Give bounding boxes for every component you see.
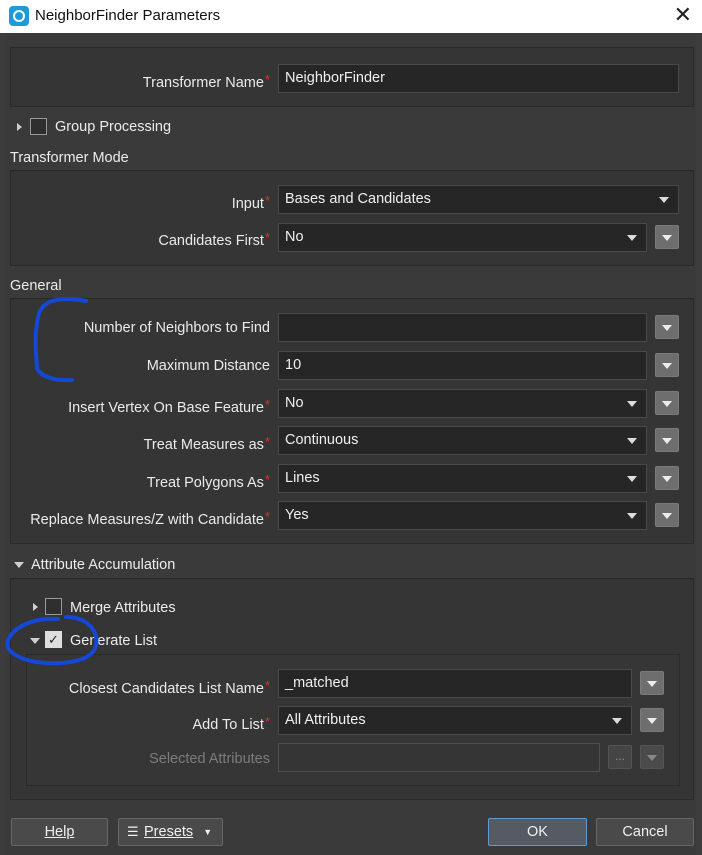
input-label: Input*: [231, 193, 270, 212]
candidates-first-label: Candidates First*: [158, 230, 270, 249]
app-icon: [9, 6, 29, 26]
ok-button[interactable]: OK: [488, 818, 587, 846]
num-neighbors-input[interactable]: [278, 313, 647, 342]
chevron-down-icon: ▼: [203, 827, 213, 837]
help-button[interactable]: Help: [11, 818, 108, 846]
chevron-down-icon: [612, 718, 622, 724]
num-neighbors-label: Number of Neighbors to Find: [83, 320, 270, 336]
generate-list-checkbox[interactable]: ✓: [45, 631, 62, 648]
merge-attributes-label: Merge Attributes: [70, 600, 176, 616]
attribute-accumulation-title: Attribute Accumulation: [31, 557, 176, 573]
merge-attributes-checkbox[interactable]: [45, 598, 62, 615]
add-to-list-menu-button[interactable]: [640, 708, 664, 732]
num-neighbors-menu-button[interactable]: [655, 315, 679, 339]
list-name-label: Closest Candidates List Name*: [68, 678, 270, 697]
selected-attributes-input: [278, 743, 600, 772]
chevron-down-icon: [627, 401, 637, 407]
group-processing-checkbox[interactable]: [30, 118, 47, 135]
transformer-name-label: Transformer Name*: [142, 72, 270, 91]
max-distance-input[interactable]: 10: [278, 351, 647, 380]
selected-attributes-label: Selected Attributes: [149, 751, 270, 767]
expand-arrow-icon[interactable]: [33, 603, 38, 611]
collapse-arrow-icon[interactable]: [14, 562, 24, 568]
treat-measures-menu-button[interactable]: [655, 428, 679, 452]
treat-polygons-select[interactable]: Lines: [278, 464, 647, 493]
sliders-icon: ☰: [127, 824, 139, 839]
max-distance-menu-button[interactable]: [655, 353, 679, 377]
treat-polygons-menu-button[interactable]: [655, 466, 679, 490]
input-select[interactable]: Bases and Candidates: [278, 185, 679, 214]
list-name-input[interactable]: _matched: [278, 669, 632, 698]
insert-vertex-menu-button[interactable]: [655, 391, 679, 415]
treat-measures-select[interactable]: Continuous: [278, 426, 647, 455]
add-to-list-label: Add To List*: [192, 714, 270, 733]
replace-measures-label: Replace Measures/Z with Candidate*: [30, 509, 270, 528]
transformer-name-input[interactable]: NeighborFinder: [278, 64, 679, 93]
candidates-first-select[interactable]: No: [278, 223, 647, 252]
treat-polygons-label: Treat Polygons As*: [146, 472, 270, 491]
close-icon[interactable]: ✕: [674, 2, 692, 28]
chevron-down-icon: [627, 235, 637, 241]
title-bar: NeighborFinder Parameters ✕: [0, 0, 702, 33]
insert-vertex-label: Insert Vertex On Base Feature*: [68, 397, 270, 416]
browse-button: ...: [608, 745, 632, 769]
insert-vertex-select[interactable]: No: [278, 389, 647, 418]
max-distance-label: Maximum Distance: [146, 358, 270, 374]
chevron-down-icon: [627, 438, 637, 444]
replace-measures-select[interactable]: Yes: [278, 501, 647, 530]
generate-list-label: Generate List: [70, 633, 158, 649]
collapse-arrow-icon[interactable]: [30, 638, 40, 644]
candidates-first-menu-button[interactable]: [655, 225, 679, 249]
chevron-down-icon: [659, 197, 669, 203]
chevron-down-icon: [627, 476, 637, 482]
chevron-down-icon: [627, 513, 637, 519]
transformer-mode-title: Transformer Mode: [10, 150, 129, 166]
selected-attributes-menu-button: [640, 745, 664, 769]
replace-measures-menu-button[interactable]: [655, 503, 679, 527]
cancel-button[interactable]: Cancel: [596, 818, 694, 846]
general-title: General: [10, 278, 62, 294]
group-processing-label: Group Processing: [55, 119, 172, 135]
add-to-list-select[interactable]: All Attributes: [278, 706, 632, 735]
presets-button[interactable]: ☰ Presets ▼: [118, 818, 223, 846]
treat-measures-label: Treat Measures as*: [143, 434, 270, 453]
window-title: NeighborFinder Parameters: [35, 7, 221, 24]
list-name-menu-button[interactable]: [640, 671, 664, 695]
expand-arrow-icon[interactable]: [17, 123, 22, 131]
